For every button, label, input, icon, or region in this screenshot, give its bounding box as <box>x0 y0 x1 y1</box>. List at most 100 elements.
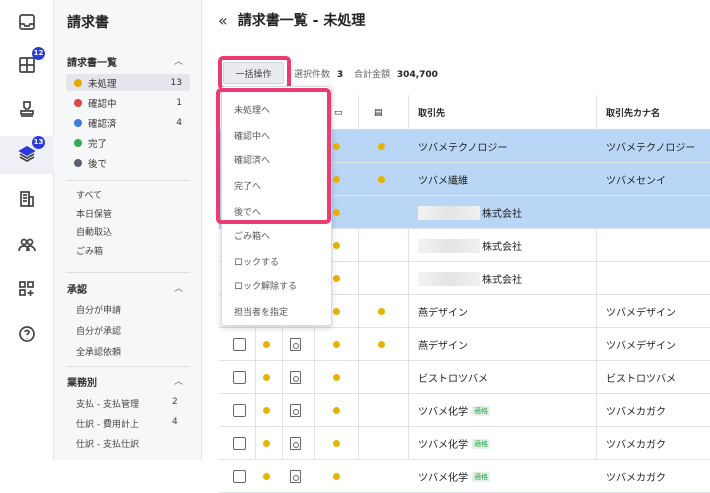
flag-dot <box>333 308 340 315</box>
inbox-nav-button[interactable] <box>12 7 42 37</box>
business-link[interactable]: 仕訳 - 費用計上 4 <box>76 417 178 430</box>
table-row[interactable]: ツバメ化学 適格 ツバメカガク <box>219 460 710 493</box>
approval-link[interactable]: 自分が承認 <box>76 324 121 337</box>
status-dot <box>263 473 270 480</box>
row-select-cell <box>233 394 246 427</box>
columns-nav-button[interactable]: 12 <box>12 47 45 80</box>
layers-nav-button[interactable]: 13 <box>12 136 45 169</box>
partner-cell: ツバメ化学 適格 <box>418 460 490 493</box>
menu-highlight <box>216 88 331 224</box>
flag-cell <box>333 196 340 229</box>
sidebar: 請求書 請求書一覧 ︿ 未処理 13 確認中 1 確認済 4 完了 後で すべて 本日保管 自動取… <box>54 0 202 460</box>
section-approval[interactable]: 承認 <box>67 281 87 296</box>
business-link[interactable]: 支払 - 支払管理 2 <box>76 397 178 410</box>
sidebar-link[interactable]: 自動取込 <box>76 225 112 238</box>
building-icon <box>20 191 34 207</box>
partner-name: ツバメ化学 <box>418 407 468 418</box>
qualified-badge: 適格 <box>472 438 490 449</box>
flag-dot <box>333 275 340 282</box>
help-nav-button[interactable] <box>12 319 42 349</box>
table-row[interactable]: ビストロツバメ ビストロツバメ <box>219 361 710 394</box>
document-preview-icon[interactable] <box>290 437 301 450</box>
bulk-menu-item[interactable]: ロック解除する <box>234 279 297 292</box>
document-preview-icon[interactable] <box>290 470 301 483</box>
document-preview-icon[interactable] <box>290 338 301 351</box>
doc-cell <box>290 361 301 394</box>
table-row[interactable]: ツバメ化学 適格 ツバメカガク <box>219 427 710 460</box>
bulk-menu-item[interactable]: ごみ箱へ <box>234 229 270 242</box>
status-label: 確認済 <box>88 118 117 130</box>
sidebar-link[interactable]: すべて <box>76 188 102 201</box>
chevron-up-icon[interactable]: ︿ <box>174 374 183 387</box>
row-checkbox[interactable] <box>233 470 246 483</box>
flag-dot <box>333 242 340 249</box>
row-checkbox[interactable] <box>233 437 246 450</box>
row-select-cell <box>233 328 246 361</box>
redacted-name <box>418 271 480 286</box>
status-filter-item[interactable]: 確認中 1 <box>66 94 190 111</box>
apps-add-icon <box>19 281 34 296</box>
approval-link[interactable]: 全承認依頼 <box>76 345 121 358</box>
flag-dot <box>333 407 340 414</box>
sidebar-link[interactable]: ごみ箱 <box>76 244 103 257</box>
status-filter-item[interactable]: 確認済 4 <box>66 114 190 131</box>
partner-cell: 株式会社 <box>418 229 522 262</box>
apps-add-nav-button[interactable] <box>12 274 42 304</box>
icon-rail: 12 13 <box>0 0 54 460</box>
collapse-sidebar-icon[interactable]: « <box>218 11 228 30</box>
status-label: 完了 <box>88 138 108 150</box>
partner-cell: 株式会社 <box>418 262 522 295</box>
status-label: 確認中 <box>88 98 117 110</box>
approval-link[interactable]: 自分が申請 <box>76 303 121 316</box>
row-select-cell <box>233 361 246 394</box>
flag-dot <box>333 341 340 348</box>
flag-cell <box>333 163 340 196</box>
column-header-partner[interactable]: 取引先 <box>410 95 445 130</box>
row-checkbox[interactable] <box>233 338 246 351</box>
row-checkbox[interactable] <box>233 404 246 417</box>
document-preview-icon[interactable] <box>290 371 301 384</box>
bulk-menu-item[interactable]: 担当者を指定 <box>234 305 288 318</box>
divider <box>66 366 190 367</box>
building-nav-button[interactable] <box>12 184 42 214</box>
table-row[interactable]: 燕デザイン ツバメデザイン <box>219 328 710 361</box>
stamp-nav-button[interactable] <box>12 94 42 124</box>
status-cell <box>263 394 270 427</box>
flag-cell <box>333 394 340 427</box>
partner-name: ツバメ化学 <box>418 440 468 451</box>
status-count: 1 <box>176 97 182 108</box>
qualified-badge: 適格 <box>472 471 490 482</box>
status-filter-item[interactable]: 後で <box>66 154 190 171</box>
table-row[interactable]: ツバメ化学 適格 ツバメカガク <box>219 394 710 427</box>
row-checkbox[interactable] <box>233 371 246 384</box>
partner-name: ビストロツバメ <box>418 374 488 385</box>
business-link-label: 支払 - 支払管理 <box>76 400 139 410</box>
sidebar-link[interactable]: 本日保管 <box>76 207 112 220</box>
status-dot <box>263 341 270 348</box>
inbox-icon <box>19 14 35 30</box>
section-business[interactable]: 業務別 <box>67 374 97 389</box>
business-link[interactable]: 仕訳 - 支払仕訳 <box>76 437 139 450</box>
total-amount-label: 合計金額 <box>354 70 391 80</box>
bulk-menu-item[interactable]: ロックする <box>234 255 279 268</box>
people-nav-button[interactable] <box>12 230 42 260</box>
flag-dot <box>333 473 340 480</box>
status-filter-item[interactable]: 完了 <box>66 134 190 151</box>
section-invoice-list[interactable]: 請求書一覧 <box>67 54 117 69</box>
flag-cell <box>333 295 340 328</box>
flag-dot <box>333 209 340 216</box>
status-filter-item[interactable]: 未処理 13 <box>66 74 190 91</box>
status-cell <box>263 427 270 460</box>
bulk-action-button[interactable]: 一括操作 <box>223 62 284 84</box>
total-amount: 304,700 <box>396 70 438 80</box>
partner-kana: ツバメデザイン <box>606 341 676 352</box>
chevron-up-icon[interactable]: ︿ <box>174 281 183 294</box>
document-preview-icon[interactable] <box>290 404 301 417</box>
receipt-cell <box>378 130 385 163</box>
chevron-up-icon[interactable]: ︿ <box>174 54 183 67</box>
status-dot <box>74 78 82 87</box>
partner-cell: ツバメテクノロジー <box>418 130 507 163</box>
receipt-column-icon[interactable]: ▤ <box>366 95 383 130</box>
column-header-partner-kana[interactable]: 取引先カナ名 <box>598 95 660 130</box>
doc-cell <box>290 460 301 493</box>
